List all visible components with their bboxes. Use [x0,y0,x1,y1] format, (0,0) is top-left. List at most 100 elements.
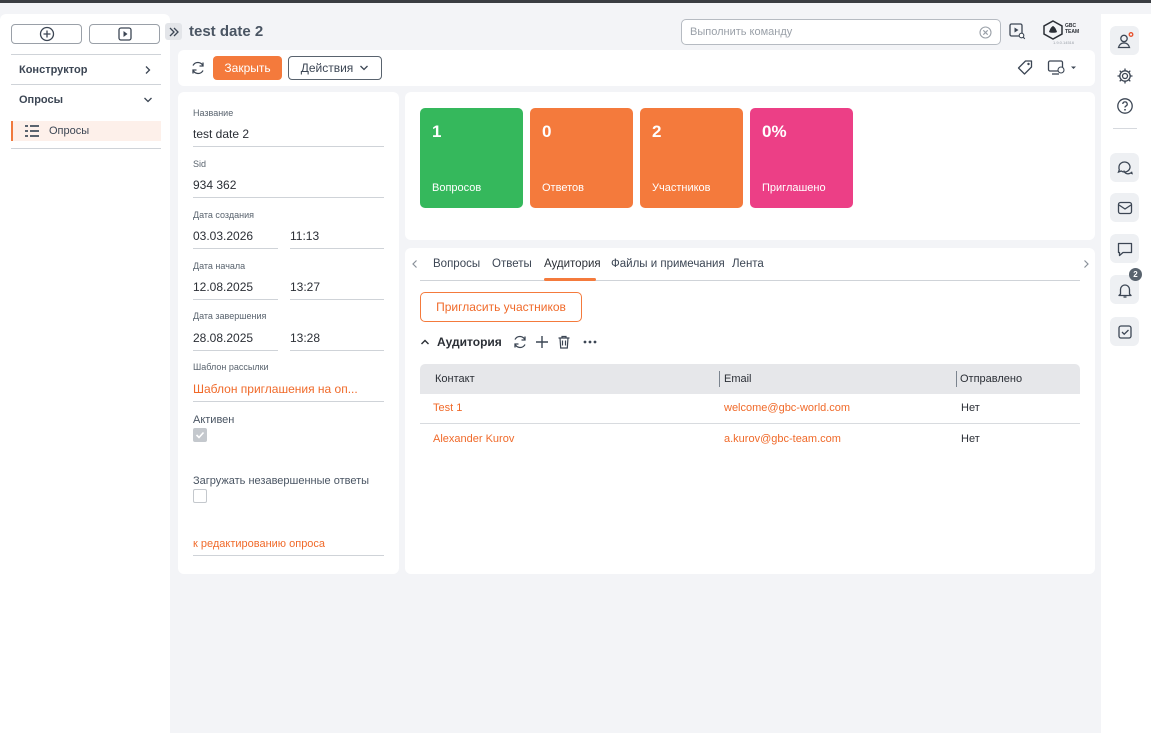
messages-button[interactable] [1110,234,1139,263]
sid-label: Sid [193,159,207,169]
sid-field[interactable]: 934 362 [193,178,384,198]
actions-label: Действия [300,61,354,75]
app-version: 1.9.0.14516 [1053,40,1075,45]
actions-dropdown[interactable]: Действия [288,56,382,80]
sidebar-section-constructor[interactable]: Конструктор [11,54,161,84]
stat-card-questions[interactable]: 1 Вопросов [420,108,523,208]
refresh-icon[interactable] [512,334,528,350]
stat-card-participants[interactable]: 2 Участников [640,108,743,208]
close-button[interactable]: Закрыть [213,56,282,80]
plus-circle-icon [39,26,54,42]
logo-emblem-icon [1043,20,1063,40]
column-header-contact[interactable]: Контакт [435,373,475,385]
notification-badge: 2 [1129,268,1142,281]
template-field[interactable]: Шаблон приглашения на оп... [193,382,384,402]
stat-label: Ответов [542,182,584,194]
profile-button[interactable] [1110,26,1139,55]
sidebar-divider [11,148,161,149]
create-button[interactable] [11,24,82,44]
list-icon [25,125,39,137]
sidebar-section-label: Конструктор [19,63,88,76]
load-unfinished-checkbox[interactable] [193,489,207,503]
chevron-right-icon [145,65,151,74]
add-icon[interactable] [534,334,550,350]
refresh-icon[interactable] [190,60,206,76]
command-input[interactable]: Выполнить команду [681,19,1001,45]
left-sidebar: Конструктор Опросы Опросы [0,14,170,733]
settings-button[interactable] [1110,61,1139,90]
toolbar: Закрыть Действия [178,50,1095,86]
column-header-email[interactable]: Email [724,373,752,385]
created-time-field[interactable]: 11:13 [290,229,384,249]
tab-audience[interactable]: Аудитория [544,258,601,270]
page-title: test date 2 [189,23,264,40]
column-resize-handle[interactable] [719,371,720,387]
expand-sidebar-button[interactable] [165,23,182,40]
run-button[interactable] [89,24,160,44]
chats-button[interactable] [1110,153,1139,182]
help-button[interactable] [1110,91,1139,120]
right-rail: 2 [1101,14,1151,733]
company-logo: GBC TEAM 1.9.0.14516 [1040,20,1088,48]
command-placeholder: Выполнить команду [690,26,793,38]
stat-label: Вопросов [432,182,482,194]
collapse-chevron-icon[interactable] [419,336,431,348]
tabs-scroll-left-icon[interactable] [410,259,420,269]
play-search-icon [1009,23,1026,40]
stat-card-invited[interactable]: 0% Приглашено [750,108,853,208]
tab-files-notes[interactable]: Файлы и примечания [611,258,725,270]
active-checkbox[interactable] [193,428,207,442]
display-settings-icon[interactable] [1047,59,1077,77]
sent-cell: Нет [961,402,980,414]
start-label: Дата начала [193,261,246,271]
trash-icon[interactable] [556,334,572,350]
run-command-button[interactable] [1008,22,1026,43]
contact-cell[interactable]: Test 1 [433,402,462,414]
sidebar-item-label: Опросы [49,125,90,137]
stat-value: 0 [542,122,552,141]
table-row[interactable]: Test 1 welcome@gbc-world.com Нет [420,394,1080,424]
tab-questions[interactable]: Вопросы [433,258,480,270]
tabs-divider [420,280,1080,281]
tasks-button[interactable] [1110,317,1139,346]
chat-bubbles-icon [1116,160,1133,175]
name-label: Название [193,108,234,118]
stat-value: 0% [762,122,787,141]
sidebar-section-label: Опросы [19,93,64,106]
tab-feed[interactable]: Лента [732,258,764,270]
tab-answers[interactable]: Ответы [492,258,532,270]
double-chevron-right-icon [169,27,179,36]
start-time-field[interactable]: 13:27 [290,280,384,300]
table-row[interactable]: Alexander Kurov a.kurov@gbc-team.com Нет [420,425,1080,455]
column-header-sent[interactable]: Отправлено [960,373,1022,385]
clear-icon[interactable] [979,25,992,39]
sidebar-item-surveys[interactable]: Опросы [11,121,161,141]
end-date-field[interactable]: 28.08.2025 [193,331,278,351]
name-field[interactable]: test date 2 [193,127,384,147]
created-date-field[interactable]: 03.03.2026 [193,229,278,249]
more-icon[interactable] [582,334,598,350]
sidebar-section-surveys[interactable]: Опросы [11,84,161,114]
edit-survey-link[interactable]: к редактированию опроса [193,538,384,556]
template-label: Шаблон рассылки [193,362,269,372]
tabs-scroll-right-icon[interactable] [1081,259,1091,269]
contact-cell[interactable]: Alexander Kurov [433,433,514,445]
email-cell[interactable]: a.kurov@gbc-team.com [724,433,841,445]
end-label: Дата завершения [193,311,267,321]
stat-value: 1 [432,122,442,141]
stat-card-answers[interactable]: 0 Ответов [530,108,633,208]
end-time-field[interactable]: 13:28 [290,331,384,351]
survey-form: Название test date 2 Sid 934 362 Дата со… [178,92,399,574]
start-date-field[interactable]: 12.08.2025 [193,280,278,300]
stats-panel: 1 Вопросов 0 Ответов 2 Участников 0% При… [405,92,1095,240]
window-top-edge [0,0,1151,3]
tag-icon[interactable] [1016,59,1034,77]
invite-participants-button[interactable]: Пригласить участников [420,292,582,322]
mail-button[interactable] [1110,193,1139,222]
column-resize-handle[interactable] [956,371,957,387]
user-icon [1117,31,1133,48]
audience-title: Аудитория [437,335,502,349]
email-cell[interactable]: welcome@gbc-world.com [724,402,850,414]
help-icon [1116,97,1133,114]
sent-cell: Нет [961,433,980,445]
